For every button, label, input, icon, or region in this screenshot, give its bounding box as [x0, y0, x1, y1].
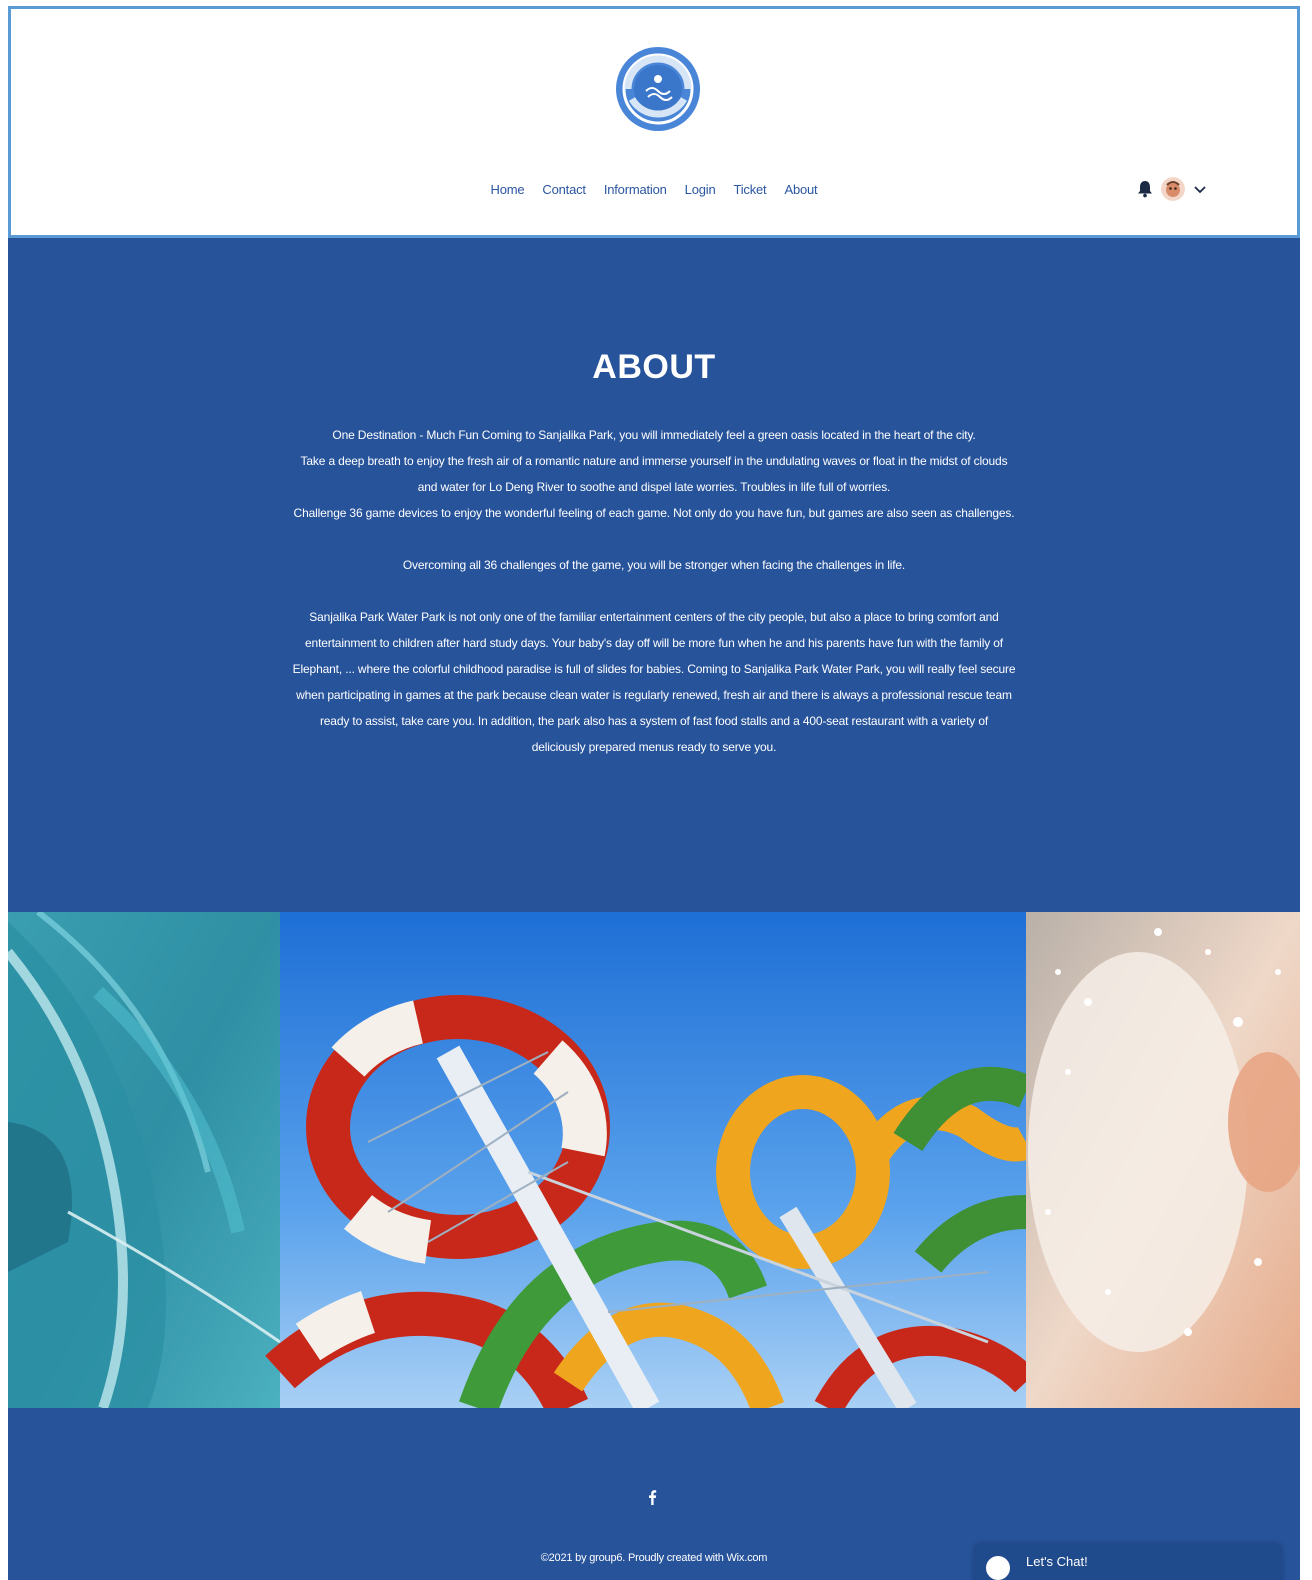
about-paragraph: Take a deep breath to enjoy the fresh ai… — [300, 454, 1008, 494]
water-splash-photo[interactable] — [1026, 912, 1300, 1408]
nav-information[interactable]: Information — [604, 179, 667, 201]
chat-avatar-icon — [986, 1556, 1010, 1580]
photo-gallery — [8, 912, 1300, 1408]
facebook-icon[interactable] — [644, 1488, 660, 1506]
page: Home Contact Information Login Ticket Ab… — [0, 0, 1312, 1580]
nav-login[interactable]: Login — [685, 179, 716, 201]
nav-home[interactable]: Home — [491, 179, 525, 201]
about-section: ABOUT One Destination - Much Fun Coming … — [8, 238, 1300, 912]
about-paragraph: One Destination - Much Fun Coming to San… — [332, 428, 976, 442]
bell-icon[interactable] — [1137, 180, 1153, 198]
main-nav: Home Contact Information Login Ticket Ab… — [11, 179, 1297, 201]
colorful-water-slides-photo[interactable] — [265, 912, 1037, 1408]
about-paragraph: Challenge 36 game devices to enjoy the w… — [293, 506, 1015, 520]
chevron-down-icon[interactable] — [1193, 184, 1207, 194]
nav-ticket[interactable]: Ticket — [733, 179, 766, 201]
water-slide-tube-photo[interactable] — [8, 912, 281, 1408]
chat-widget-button[interactable]: Let's Chat! — [974, 1544, 1282, 1580]
page-title: ABOUT — [592, 348, 716, 386]
site-header: Home Contact Information Login Ticket Ab… — [8, 6, 1300, 238]
nav-about[interactable]: About — [784, 179, 817, 201]
site-footer: ©2021 by group6. Proudly created with Wi… — [8, 1408, 1300, 1580]
about-paragraph: Overcoming all 36 challenges of the game… — [402, 558, 906, 572]
account-tools — [1137, 175, 1207, 203]
chat-label: Let's Chat! — [1026, 1554, 1088, 1569]
water-park-badge-logo[interactable] — [614, 45, 702, 133]
about-text: One Destination - Much Fun Coming to San… — [292, 422, 1016, 760]
nav-contact[interactable]: Contact — [542, 179, 586, 201]
about-paragraph: Sanjalika Park Water Park is not only on… — [292, 610, 1016, 754]
avatar[interactable] — [1161, 177, 1185, 201]
